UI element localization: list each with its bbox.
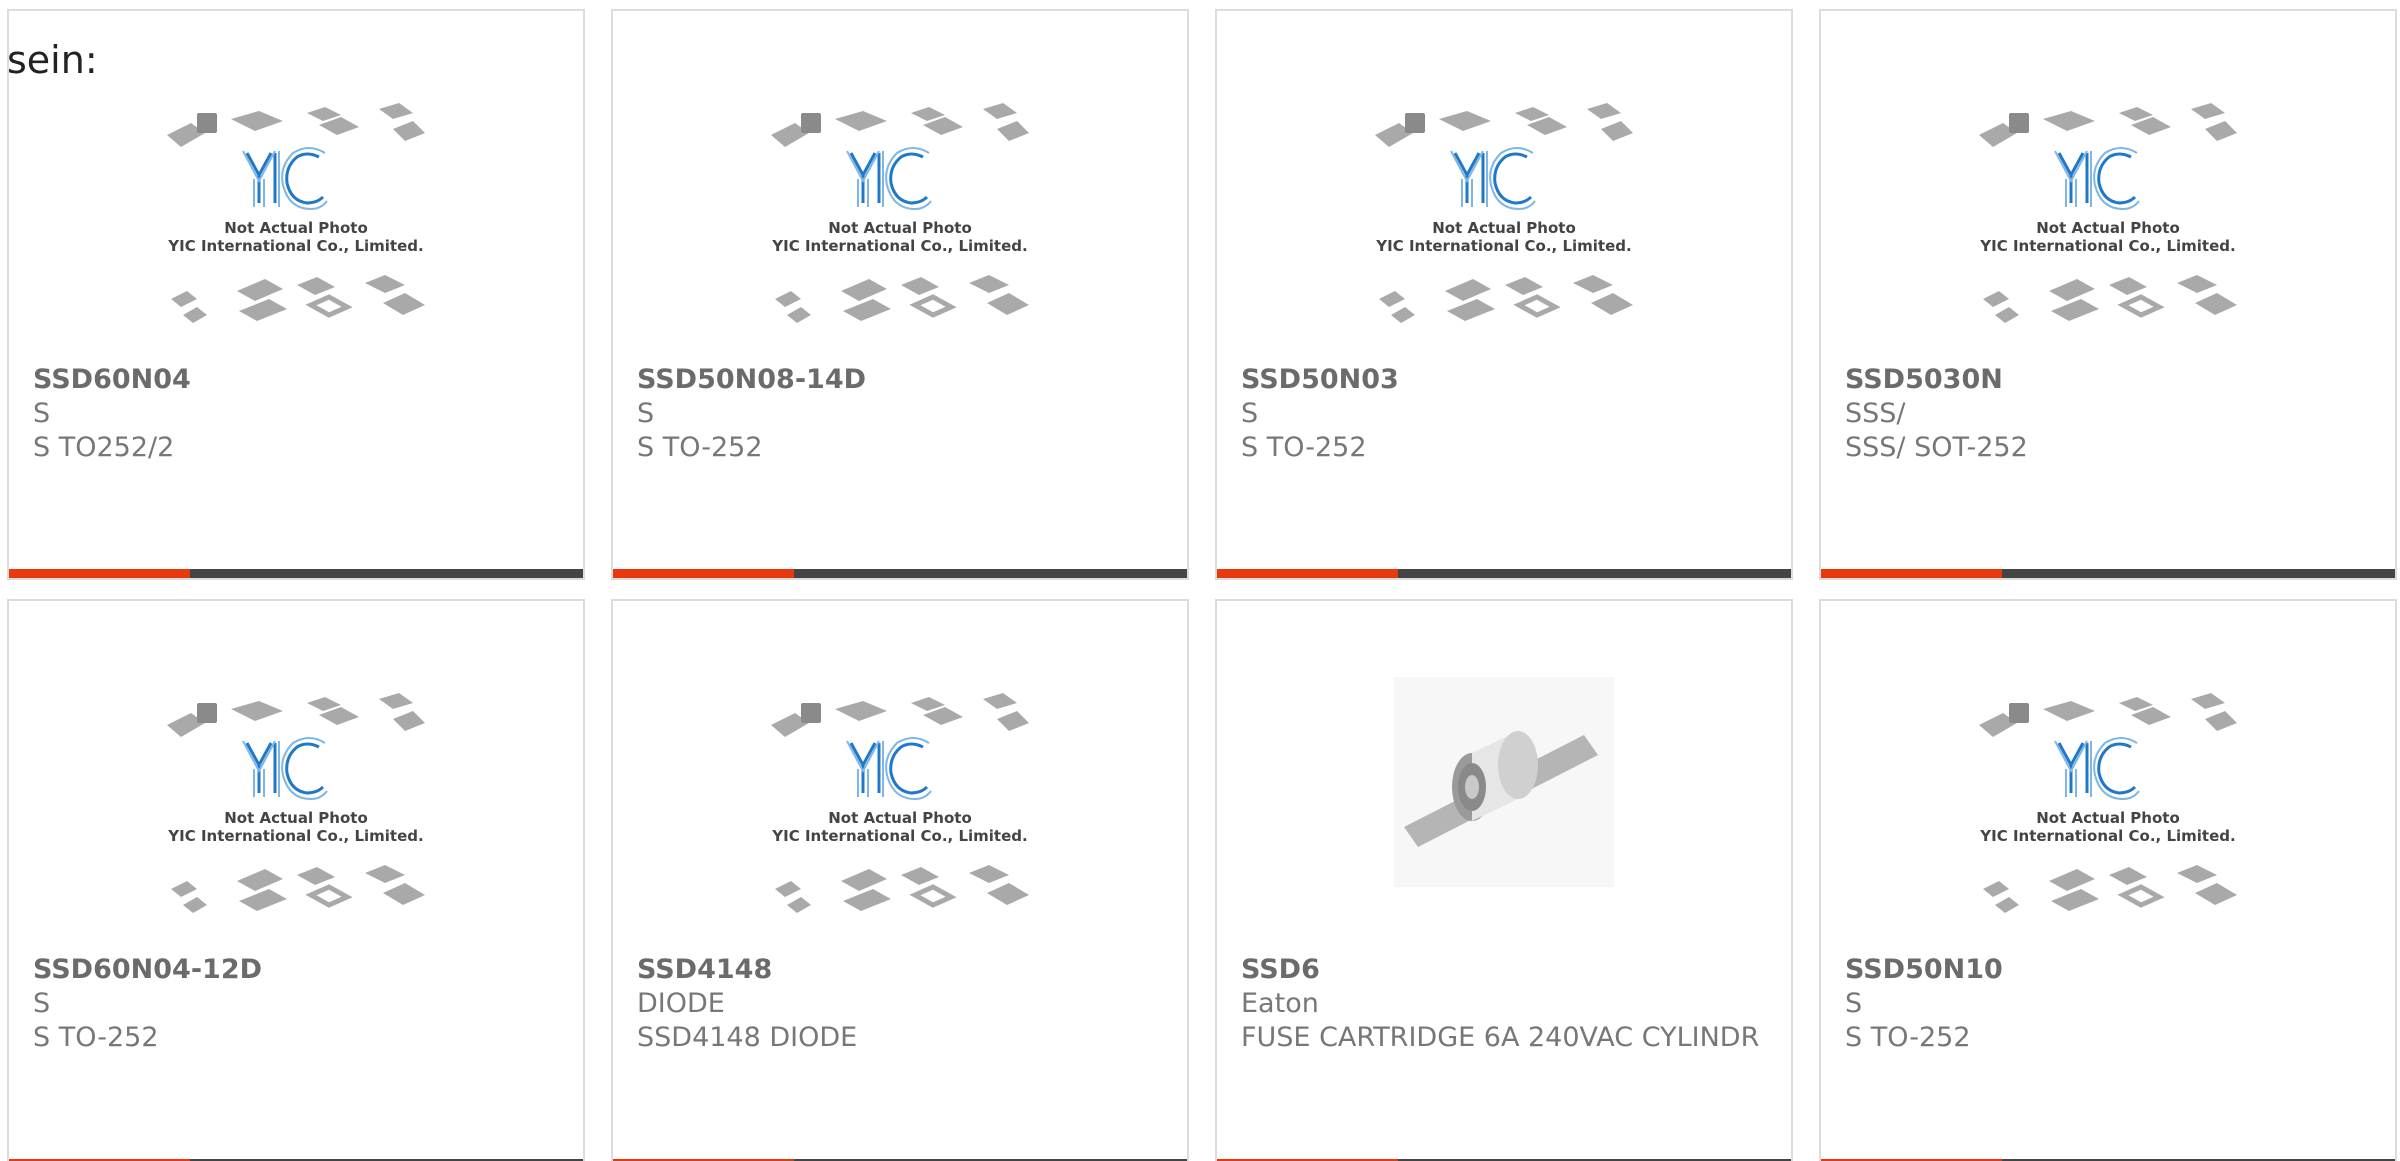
placeholder-chips-icon: Not Actual Photo YIC International Co., … <box>1979 103 2237 323</box>
fuse-photo-icon <box>1394 677 1614 887</box>
card-accent-bar <box>1821 569 2002 578</box>
product-description: S TO-252 <box>637 432 763 463</box>
svg-text:Not Actual Photo: Not Actual Photo <box>224 219 368 237</box>
svg-text:YIC International Co., Limited: YIC International Co., Limited. <box>1375 237 1631 255</box>
part-number[interactable]: SSD60N04-12D <box>33 953 563 987</box>
placeholder-chips-icon: Not Actual Photo YIC International Co., … <box>771 693 1029 913</box>
product-description: S TO-252 <box>33 1022 159 1053</box>
svg-text:Not Actual Photo: Not Actual Photo <box>2036 809 2180 827</box>
placeholder-chips-icon: Not Actual Photo YIC International Co., … <box>771 103 1029 323</box>
product-description: FUSE CARTRIDGE 6A 240VAC CYLINDR <box>1241 1022 1760 1053</box>
svg-text:YIC International Co., Limited: YIC International Co., Limited. <box>167 827 423 845</box>
card-accent-bar <box>613 569 794 578</box>
product-grid-page: sein: Not Actual Photo YIC International… <box>0 0 2400 1161</box>
part-number[interactable]: SSD50N08-14D <box>637 363 1167 397</box>
product-description: S TO252/2 <box>33 432 175 463</box>
card-bottom-bar <box>613 569 1187 578</box>
product-image: Not Actual Photo YIC International Co., … <box>1821 93 2395 361</box>
product-image: Not Actual Photo YIC International Co., … <box>613 683 1187 951</box>
product-info: SSD5030N SSS/ SSS/ SOT-252 <box>1845 363 2375 465</box>
manufacturer: SSS/ <box>1845 398 1906 429</box>
product-image: Not Actual Photo YIC International Co., … <box>1217 93 1791 361</box>
svg-text:Not Actual Photo: Not Actual Photo <box>2036 219 2180 237</box>
product-image: Not Actual Photo YIC International Co., … <box>613 93 1187 361</box>
product-card[interactable]: Not Actual Photo YIC International Co., … <box>1819 9 2397 580</box>
product-card[interactable]: Not Actual Photo YIC International Co., … <box>7 9 585 580</box>
product-description: SSD4148 DIODE <box>637 1022 858 1053</box>
card-bottom-bar <box>9 569 583 578</box>
svg-text:YIC International Co., Limited: YIC International Co., Limited. <box>1979 827 2235 845</box>
part-number[interactable]: SSD50N03 <box>1241 363 1771 397</box>
svg-text:Not Actual Photo: Not Actual Photo <box>828 809 972 827</box>
svg-text:YIC International Co., Limited: YIC International Co., Limited. <box>167 237 423 255</box>
product-card[interactable]: Not Actual Photo YIC International Co., … <box>7 599 585 1161</box>
product-info: SSD6 Eaton FUSE CARTRIDGE 6A 240VAC CYLI… <box>1241 953 1771 1055</box>
manufacturer: DIODE <box>637 988 725 1019</box>
placeholder-chips-icon: Not Actual Photo YIC International Co., … <box>167 103 425 323</box>
card-bottom-bar <box>1821 569 2395 578</box>
product-image: Not Actual Photo YIC International Co., … <box>9 683 583 951</box>
product-description: SSS/ SOT-252 <box>1845 432 2028 463</box>
part-number[interactable]: SSD60N04 <box>33 363 563 397</box>
svg-text:Not Actual Photo: Not Actual Photo <box>224 809 368 827</box>
product-info: SSD60N04 S S TO252/2 <box>33 363 563 465</box>
product-description: S TO-252 <box>1845 1022 1971 1053</box>
placeholder-chips-icon: Not Actual Photo YIC International Co., … <box>167 693 425 913</box>
product-info: SSD50N03 S S TO-252 <box>1241 363 1771 465</box>
product-info: SSD60N04-12D S S TO-252 <box>33 953 563 1055</box>
product-image: Not Actual Photo YIC International Co., … <box>1821 683 2395 951</box>
placeholder-chips-icon: Not Actual Photo YIC International Co., … <box>1375 103 1633 323</box>
manufacturer: S <box>33 988 51 1019</box>
svg-text:YIC International Co., Limited: YIC International Co., Limited. <box>771 827 1027 845</box>
intro-text: sein: <box>7 38 98 82</box>
svg-text:YIC International Co., Limited: YIC International Co., Limited. <box>771 237 1027 255</box>
product-info: SSD50N08-14D S S TO-252 <box>637 363 1167 465</box>
product-card[interactable]: SSD6 Eaton FUSE CARTRIDGE 6A 240VAC CYLI… <box>1215 599 1793 1161</box>
card-accent-bar <box>9 569 190 578</box>
placeholder-chips-icon: Not Actual Photo YIC International Co., … <box>1979 693 2237 913</box>
product-card[interactable]: Not Actual Photo YIC International Co., … <box>1819 599 2397 1161</box>
svg-text:YIC International Co., Limited: YIC International Co., Limited. <box>1979 237 2235 255</box>
svg-text:Not Actual Photo: Not Actual Photo <box>828 219 972 237</box>
product-card[interactable]: Not Actual Photo YIC International Co., … <box>611 599 1189 1161</box>
card-bottom-bar <box>1217 569 1791 578</box>
product-card[interactable]: Not Actual Photo YIC International Co., … <box>1215 9 1793 580</box>
product-image: Not Actual Photo YIC International Co., … <box>9 93 583 361</box>
product-card[interactable]: Not Actual Photo YIC International Co., … <box>611 9 1189 580</box>
product-info: SSD50N10 S S TO-252 <box>1845 953 2375 1055</box>
part-number[interactable]: SSD6 <box>1241 953 1771 987</box>
product-description: S TO-252 <box>1241 432 1367 463</box>
manufacturer: S <box>1241 398 1259 429</box>
svg-text:Not Actual Photo: Not Actual Photo <box>1432 219 1576 237</box>
manufacturer: S <box>637 398 655 429</box>
part-number[interactable]: SSD4148 <box>637 953 1167 987</box>
manufacturer: S <box>1845 988 1863 1019</box>
manufacturer: S <box>33 398 51 429</box>
part-number[interactable]: SSD5030N <box>1845 363 2375 397</box>
product-info: SSD4148 DIODE SSD4148 DIODE <box>637 953 1167 1055</box>
product-image <box>1217 677 1791 945</box>
part-number[interactable]: SSD50N10 <box>1845 953 2375 987</box>
card-accent-bar <box>1217 569 1398 578</box>
manufacturer: Eaton <box>1241 988 1319 1019</box>
